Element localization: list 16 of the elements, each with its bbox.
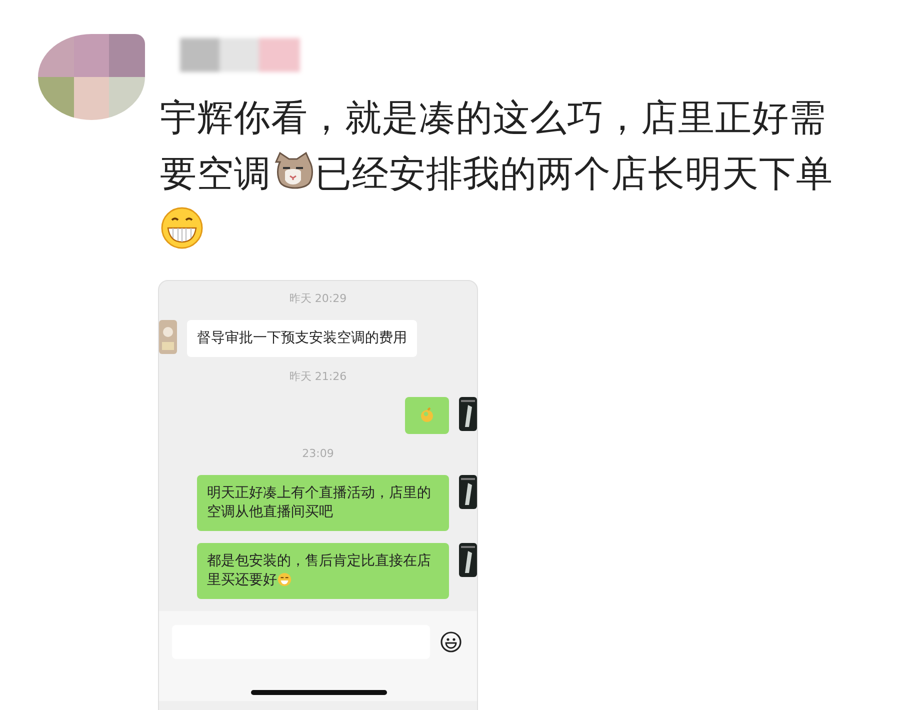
avatar	[459, 474, 477, 508]
laughing-face-icon	[277, 572, 292, 586]
message-bubble: 督导审批一下预支安装空调的费用	[187, 320, 417, 356]
avatar	[459, 542, 477, 576]
avatar	[459, 397, 477, 431]
grinning-face-icon	[160, 206, 204, 250]
avatar	[159, 320, 177, 354]
comment-text: 已经安排我的两个店长明天下单	[315, 152, 833, 195]
comment-text: 要空调	[160, 152, 271, 195]
timestamp: 昨天 20:29	[288, 291, 348, 307]
comment-text: 宇辉你看，就是凑的这么巧，店里正好需	[160, 96, 826, 139]
message-bubble: 明天正好凑上有个直播活动，店里的空调从他直播间买吧	[197, 474, 449, 530]
timestamp: 23:09	[301, 446, 335, 462]
message-bubble: 都是包安装的，售后肯定比直接在店里买还要好	[197, 542, 449, 598]
emoji-icon[interactable]	[440, 630, 462, 652]
timestamp: 昨天 21:26	[288, 368, 348, 384]
